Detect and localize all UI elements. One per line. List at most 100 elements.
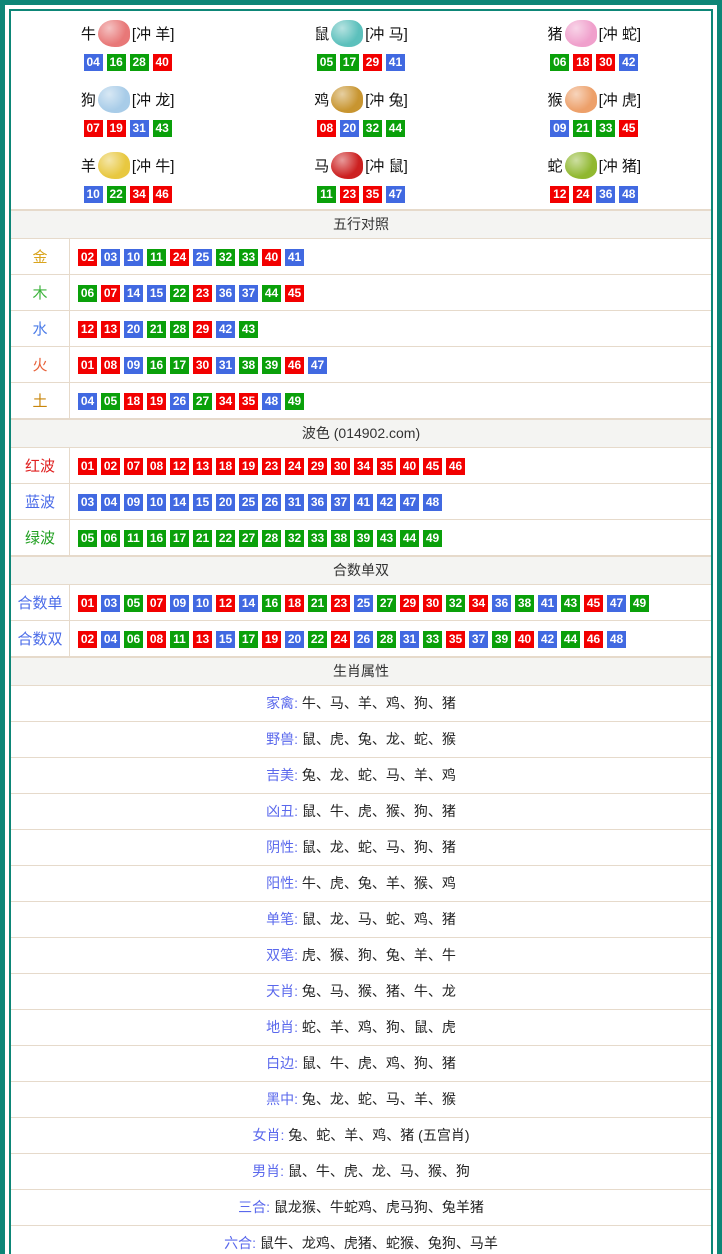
attribute-label: 黑中: (266, 1091, 302, 1107)
number-chip: 42 (216, 321, 235, 338)
chip-row: 合数双0204060811131517192022242628313335373… (11, 621, 711, 657)
zodiac-numbers: 11233547 (244, 185, 477, 205)
number-chip: 44 (262, 285, 281, 302)
attribute-label: 地肖: (266, 1019, 302, 1035)
number-chip: 10 (147, 494, 166, 511)
number-chip: 18 (573, 54, 592, 71)
number-chip: 31 (400, 631, 419, 648)
number-chip: 48 (619, 186, 638, 203)
row-numbers: 04051819262734354849 (70, 392, 306, 410)
attribute-row: 阳性: 牛、虎、兔、羊、猴、鸡 (11, 866, 711, 902)
number-chip: 19 (147, 393, 166, 410)
rat-icon (331, 20, 363, 47)
chip-row: 火0108091617303138394647 (11, 347, 711, 383)
number-chip: 14 (239, 595, 258, 612)
row-numbers: 0103050709101214161821232527293032343638… (70, 594, 651, 612)
zodiac-clash: [冲 猪] (599, 155, 642, 176)
monkey-icon (565, 86, 597, 113)
number-chip: 05 (317, 54, 336, 71)
number-chip: 41 (538, 595, 557, 612)
number-chip: 35 (363, 186, 382, 203)
row-label: 土 (11, 383, 70, 418)
number-chip: 09 (124, 494, 143, 511)
number-chip: 33 (423, 631, 442, 648)
attribute-value: 鼠牛、龙鸡、虎猪、蛇猴、兔狗、马羊 (260, 1235, 498, 1251)
chip-row: 绿波05061116172122272832333839434449 (11, 520, 711, 556)
zodiac-numbers: 07193143 (11, 119, 244, 139)
chip-row: 红波0102070812131819232429303435404546 (11, 448, 711, 484)
number-chip: 30 (193, 357, 212, 374)
row-label: 绿波 (11, 520, 70, 555)
number-chip: 02 (78, 631, 97, 648)
number-chip: 35 (239, 393, 258, 410)
number-chip: 04 (84, 54, 103, 71)
number-chip: 33 (308, 530, 327, 547)
number-chip: 49 (423, 530, 442, 547)
number-chip: 40 (153, 54, 172, 71)
attribute-row: 阴性: 鼠、龙、蛇、马、狗、猪 (11, 830, 711, 866)
number-chip: 08 (101, 357, 120, 374)
number-chip: 07 (124, 458, 143, 475)
number-chip: 30 (331, 458, 350, 475)
attribute-row: 六合: 鼠牛、龙鸡、虎猪、蛇猴、兔狗、马羊 (11, 1226, 711, 1254)
number-chip: 27 (239, 530, 258, 547)
number-chip: 12 (216, 595, 235, 612)
chip-row: 蓝波03040910141520252631363741424748 (11, 484, 711, 520)
number-chip: 26 (354, 631, 373, 648)
zodiac-cell: 猪[冲 蛇]06183042 (478, 11, 711, 77)
number-chip: 18 (216, 458, 235, 475)
number-chip: 35 (446, 631, 465, 648)
number-chip: 43 (377, 530, 396, 547)
number-chip: 17 (170, 530, 189, 547)
attribute-row: 三合: 鼠龙猴、牛蛇鸡、虎马狗、兔羊猪 (11, 1190, 711, 1226)
zodiac-title-row: 猴[冲 虎] (478, 79, 711, 119)
zodiac-cell: 蛇[冲 猪]12243648 (478, 143, 711, 209)
zodiac-name: 蛇 (548, 155, 563, 176)
number-chip: 28 (130, 54, 149, 71)
attribute-value: 兔、龙、蛇、马、羊、鸡 (302, 767, 456, 783)
number-chip: 44 (400, 530, 419, 547)
number-chip: 01 (78, 357, 97, 374)
ox-icon (98, 20, 130, 47)
number-chip: 09 (170, 595, 189, 612)
attribute-value: 牛、虎、兔、羊、猴、鸡 (302, 875, 456, 891)
attribute-value: 鼠、牛、虎、猴、狗、猪 (302, 803, 456, 819)
zodiac-title-row: 蛇 [冲 猪] (478, 145, 711, 185)
number-chip: 26 (170, 393, 189, 410)
zodiac-title-row: 鸡[冲 兔] (244, 79, 477, 119)
number-chip: 07 (84, 120, 103, 137)
attribute-row: 天肖: 兔、马、猴、猪、牛、龙 (11, 974, 711, 1010)
number-chip: 32 (285, 530, 304, 547)
number-chip: 42 (538, 631, 557, 648)
attribute-label: 阳性: (266, 875, 302, 891)
row-label: 蓝波 (11, 484, 70, 519)
number-chip: 24 (573, 186, 592, 203)
number-chip: 01 (78, 458, 97, 475)
number-chip: 21 (193, 530, 212, 547)
chip-row: 木06071415222336374445 (11, 275, 711, 311)
number-chip: 47 (400, 494, 419, 511)
zodiac-clash: [冲 马] (365, 23, 408, 44)
number-chip: 45 (584, 595, 603, 612)
number-chip: 14 (124, 285, 143, 302)
number-chip: 49 (630, 595, 649, 612)
number-chip: 11 (317, 186, 336, 203)
attribute-value: 鼠、虎、兔、龙、蛇、猴 (302, 731, 456, 747)
number-chip: 47 (308, 357, 327, 374)
row-label: 红波 (11, 448, 70, 483)
section-header: 合数单双 (11, 556, 711, 585)
attribute-label: 吉美: (266, 767, 302, 783)
number-chip: 05 (101, 393, 120, 410)
number-chip: 40 (262, 249, 281, 266)
number-chip: 44 (386, 120, 405, 137)
number-chip: 15 (147, 285, 166, 302)
number-chip: 31 (130, 120, 149, 137)
row-label: 金 (11, 239, 70, 274)
number-chip: 29 (400, 595, 419, 612)
attribute-row: 单笔: 鼠、龙、马、蛇、鸡、猪 (11, 902, 711, 938)
number-chip: 39 (492, 631, 511, 648)
number-chip: 22 (308, 631, 327, 648)
number-chip: 02 (101, 458, 120, 475)
number-chip: 22 (107, 186, 126, 203)
number-chip: 29 (193, 321, 212, 338)
